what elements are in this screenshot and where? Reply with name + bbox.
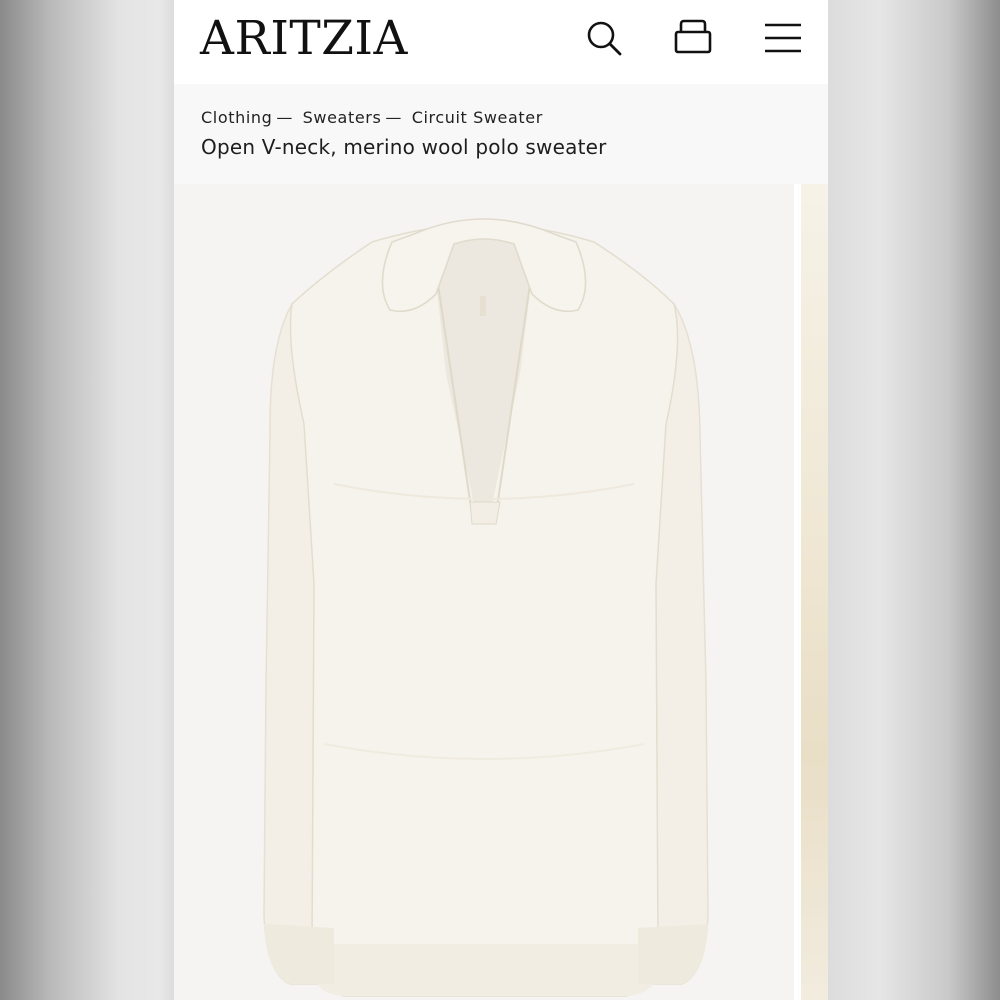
search-icon[interactable] (584, 18, 624, 58)
backdrop-right (828, 0, 1000, 1000)
product-subtitle: Open V-neck, merino wool polo sweater (201, 135, 607, 159)
shopping-bag-icon[interactable] (673, 18, 713, 58)
breadcrumb-separator: — (385, 108, 403, 127)
site-header: ARITZIA (174, 0, 828, 84)
breadcrumb-sweaters[interactable]: Sweaters (303, 108, 382, 127)
breadcrumb-separator: — (276, 108, 293, 127)
menu-icon[interactable] (763, 18, 803, 58)
product-header: Clothing — Sweaters — Circuit Sweater Open… (174, 84, 828, 184)
brand-logo[interactable]: ARITZIA (200, 10, 408, 68)
product-image-main[interactable] (174, 184, 794, 1000)
sweater-illustration (174, 184, 794, 1000)
product-image-carousel[interactable] (174, 184, 828, 1000)
breadcrumb: Clothing — Sweaters — Circuit Sweater (201, 108, 543, 127)
breadcrumb-clothing[interactable]: Clothing (201, 108, 272, 127)
screenshot-backdrop: ARITZIA Clothing — Sweaters — Circuit Sw… (0, 0, 1000, 1000)
breadcrumb-circuit-sweater[interactable]: Circuit Sweater (412, 108, 543, 127)
mobile-page: ARITZIA Clothing — Sweaters — Circuit Sw… (174, 0, 828, 1000)
product-image-next-preview[interactable] (801, 184, 828, 1000)
